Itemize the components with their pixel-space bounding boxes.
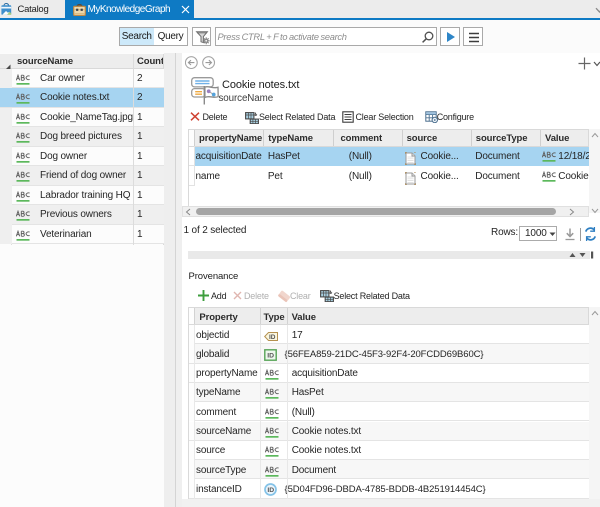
svg-text:ID: ID — [269, 334, 276, 341]
svg-text:ID: ID — [267, 353, 274, 360]
svg-text:ID: ID — [267, 487, 274, 494]
